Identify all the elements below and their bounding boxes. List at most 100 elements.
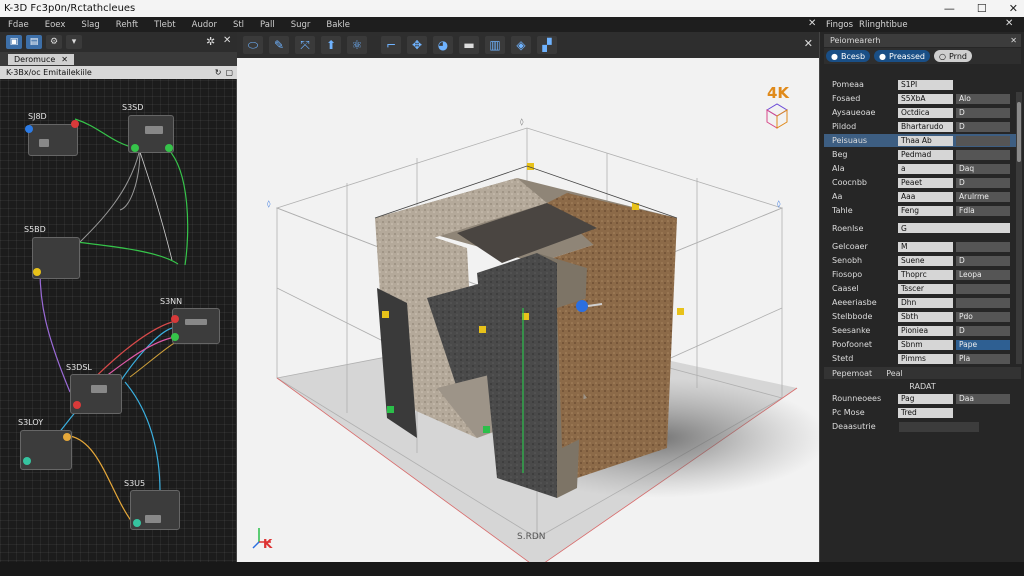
property-value[interactable]: Thaa Ab: [898, 135, 953, 146]
scene-canvas[interactable]: ◊ ◊ ◊: [237, 58, 819, 562]
property-value-secondary[interactable]: [956, 241, 1010, 252]
property-value[interactable]: Pedmad: [898, 149, 953, 160]
graph-node[interactable]: [171, 308, 220, 344]
panel-menu-close-icon[interactable]: ✕: [1005, 18, 1013, 29]
pen-tool-icon[interactable]: ✎: [269, 36, 289, 54]
input-port[interactable]: [131, 144, 139, 152]
property-row[interactable]: Ala a Daq: [824, 162, 1021, 175]
maximize-button[interactable]: ☐: [977, 2, 987, 15]
grid-icon[interactable]: ▥: [485, 36, 505, 54]
property-value[interactable]: Peaet: [898, 177, 953, 188]
property-value-secondary[interactable]: Pdo: [956, 311, 1010, 322]
minimize-button[interactable]: —: [944, 2, 955, 15]
menu-right-highlight[interactable]: Rlinghtibue: [859, 20, 908, 30]
axis-tool-icon[interactable]: ⌐: [381, 36, 401, 54]
property-row-selected[interactable]: Peisuaus Thaa Ab: [824, 134, 1021, 147]
menu-create[interactable]: Rehft: [108, 20, 146, 30]
viewport-3d[interactable]: ⬭ ✎ ⤧ ⬆ ⚛ ⌐ ✥ ◕ ▬ ▥ ◈ ▞ ✕ ◊ ◊ ◊ 4K S.RDN…: [237, 32, 819, 562]
property-row[interactable]: Gelcoaer M: [824, 240, 1021, 253]
property-value-secondary[interactable]: Arulrme: [956, 191, 1010, 202]
graph-node[interactable]: [25, 120, 79, 156]
property-value[interactable]: Pioniea: [898, 325, 953, 336]
property-value-secondary[interactable]: [956, 297, 1010, 308]
property-value[interactable]: M: [898, 241, 953, 252]
property-value[interactable]: S1PI: [898, 79, 953, 90]
property-value[interactable]: Aaa: [898, 191, 953, 202]
close-window-button[interactable]: ✕: [1009, 2, 1018, 15]
property-value-secondary[interactable]: D: [956, 325, 1010, 336]
property-row[interactable]: Tahle Feng Fdla: [824, 204, 1021, 217]
graph-node[interactable]: [20, 430, 72, 470]
input-port[interactable]: [171, 315, 179, 323]
output-port[interactable]: [71, 120, 79, 128]
property-value-secondary[interactable]: D: [956, 107, 1010, 118]
property-value-secondary[interactable]: Leopa: [956, 269, 1010, 280]
property-value[interactable]: Pimms: [898, 353, 953, 364]
rotate-tool-icon[interactable]: ⚛: [347, 36, 367, 54]
property-row[interactable]: Coocnbb Peaet D: [824, 176, 1021, 189]
property-row[interactable]: Senobh Suene D: [824, 254, 1021, 267]
viewport-close-icon[interactable]: ✕: [804, 37, 813, 50]
property-row[interactable]: Beg Pedmad: [824, 148, 1021, 161]
property-value-secondary[interactable]: [956, 135, 1010, 146]
properties-close-icon[interactable]: ✕: [1010, 36, 1017, 45]
input-port[interactable]: [25, 125, 33, 133]
property-row[interactable]: Aeeeriasbe Dhn: [824, 296, 1021, 309]
property-value[interactable]: a: [898, 163, 953, 174]
property-slider[interactable]: G: [898, 223, 1010, 233]
properties-scrollbar[interactable]: [1016, 92, 1022, 364]
input-port[interactable]: [171, 333, 179, 341]
property-value-secondary[interactable]: Pape: [956, 339, 1010, 350]
menu-script[interactable]: Stl: [225, 20, 252, 30]
property-value-secondary[interactable]: Pla: [956, 353, 1010, 364]
tab-print[interactable]: ○ Prnd: [934, 50, 972, 62]
camera-icon[interactable]: ▬: [459, 36, 479, 54]
property-row[interactable]: Aa Aaa Arulrme: [824, 190, 1021, 203]
input-port[interactable]: [33, 268, 41, 276]
property-row[interactable]: Roenlse G: [824, 220, 1021, 236]
graph-node[interactable]: [130, 490, 180, 530]
scale-tool-icon[interactable]: ⤧: [295, 36, 315, 54]
property-value-secondary[interactable]: [899, 421, 979, 432]
property-value[interactable]: Octdica: [898, 107, 953, 118]
property-value-secondary[interactable]: Alo: [956, 93, 1010, 104]
menu-setup[interactable]: Sugr: [283, 20, 319, 30]
menu-view[interactable]: Slag: [73, 20, 107, 30]
property-value[interactable]: Feng: [898, 205, 953, 216]
graph-node[interactable]: [70, 374, 122, 414]
property-row[interactable]: Fosaed S5XbA Alo: [824, 92, 1021, 105]
move-up-icon[interactable]: ⬆: [321, 36, 341, 54]
property-value-secondary[interactable]: D: [956, 121, 1010, 132]
input-port[interactable]: [23, 457, 31, 465]
property-value-secondary[interactable]: Daq: [956, 163, 1010, 174]
property-row[interactable]: Aysaueoae Octdica D: [824, 106, 1021, 119]
output-port[interactable]: [63, 433, 71, 441]
property-row[interactable]: Seesanke Pioniea D: [824, 324, 1021, 337]
graph-node[interactable]: [32, 237, 80, 279]
light-icon[interactable]: ◕: [433, 36, 453, 54]
menu-render[interactable]: Audor: [184, 20, 225, 30]
sub-panel-tab-1[interactable]: Pepemoat: [832, 369, 872, 378]
property-value[interactable]: Suene: [898, 255, 953, 266]
tab-basic[interactable]: ● Bcesb: [826, 50, 871, 62]
property-value[interactable]: Tred: [898, 407, 953, 418]
output-port[interactable]: [165, 144, 173, 152]
property-value-secondary[interactable]: [956, 283, 1010, 294]
scrollbar-thumb[interactable]: [1017, 102, 1021, 162]
property-value[interactable]: Dhn: [898, 297, 953, 308]
input-port[interactable]: [133, 519, 141, 527]
menu-help[interactable]: Bakle: [318, 20, 358, 30]
property-row[interactable]: Pildod Bhartarudo D: [824, 120, 1021, 133]
property-row[interactable]: Pc Mose Tred: [824, 406, 1021, 419]
menu-tools[interactable]: Tlebt: [146, 20, 184, 30]
transform-gizmo-icon[interactable]: ✥: [407, 36, 427, 54]
select-tool-icon[interactable]: ⬭: [243, 36, 263, 54]
property-value[interactable]: Thoprc: [898, 269, 953, 280]
menu-edit[interactable]: Eoex: [37, 20, 74, 30]
property-value-secondary[interactable]: D: [956, 255, 1010, 266]
property-row[interactable]: Fiosopo Thoprc Leopa: [824, 268, 1021, 281]
property-value-secondary[interactable]: [956, 149, 1010, 160]
property-row[interactable]: Caasel Tsscer: [824, 282, 1021, 295]
property-value[interactable]: Pag: [898, 393, 953, 404]
property-row[interactable]: Stetd Pimms Pla: [824, 352, 1021, 365]
